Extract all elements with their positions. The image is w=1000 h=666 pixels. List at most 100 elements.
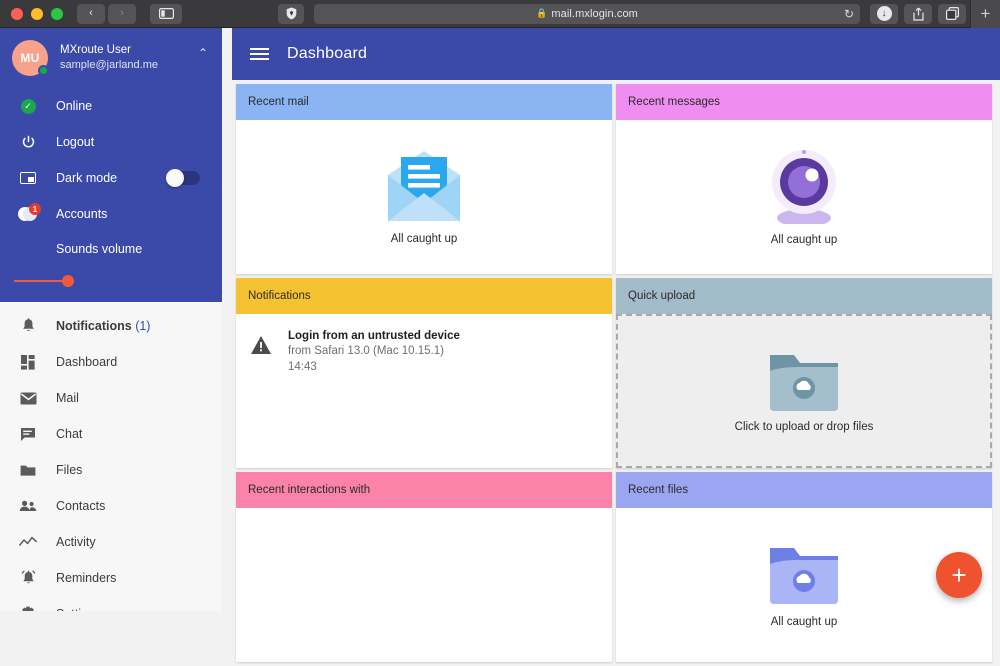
back-button[interactable]: ‹	[77, 3, 105, 24]
card-recent-files[interactable]: Recent files All caught up	[616, 472, 992, 662]
add-button-fab[interactable]: +	[936, 552, 982, 598]
window-traffic-lights	[0, 7, 63, 20]
download-icon[interactable]: ↓	[870, 3, 898, 24]
tabs-glyph	[945, 7, 959, 20]
sidebar-item-files[interactable]: Files	[0, 452, 222, 488]
card-header: Recent files	[616, 472, 992, 508]
dashboard-grid-glyph	[20, 354, 35, 370]
notification-title: Login from an untrusted device	[288, 330, 460, 342]
card-title: Recent messages	[628, 96, 721, 108]
sidebar-nav: Notifications (1) Dashboard Mail Chat Fi…	[0, 302, 222, 611]
sidebar-item-label: Reminders	[56, 571, 117, 585]
sidebar-item-label: Online	[56, 99, 93, 113]
close-window-button[interactable]	[11, 7, 23, 20]
hamburger-menu-icon[interactable]	[250, 48, 269, 60]
maximize-window-button[interactable]	[51, 7, 63, 20]
page-title: Dashboard	[287, 45, 368, 62]
sidebar-item-label: Accounts	[56, 207, 108, 221]
reload-button[interactable]: ↻	[844, 8, 854, 20]
sidebar-item-accounts[interactable]: 1 Accounts	[0, 196, 222, 232]
notifications-count: (1)	[135, 319, 151, 333]
sidebar-item-dashboard[interactable]: Dashboard	[0, 344, 222, 380]
accounts-glyph: 1	[18, 203, 41, 222]
accounts-icon: 1	[0, 203, 56, 222]
chevron-up-icon[interactable]: ⌃	[198, 46, 208, 60]
volume-thumb[interactable]	[62, 275, 74, 287]
shield-glyph	[286, 7, 296, 20]
sidebar-item-dark-mode[interactable]: Dark mode	[0, 160, 222, 196]
sidebar: MU MXroute User sample@jarland.me ⌃ ✓ On…	[0, 28, 222, 611]
upload-dropzone[interactable]: Click to upload or drop files	[616, 314, 992, 468]
user-meta: MXroute User sample@jarland.me	[60, 43, 158, 73]
warning-triangle-icon	[251, 336, 271, 354]
notification-subtitle: from Safari 13.0 (Mac 10.15.1)	[288, 345, 444, 357]
folder-cloud-icon	[770, 355, 838, 411]
sidebar-item-settings[interactable]: Settings	[0, 596, 222, 611]
card-body: All caught up	[236, 120, 612, 274]
sidebar-item-label: Activity	[56, 535, 96, 549]
folder-icon	[0, 464, 56, 477]
card-recent-mail[interactable]: Recent mail All caught up	[236, 84, 612, 274]
card-recent-interactions[interactable]: Recent interactions with	[236, 472, 612, 662]
screen-glyph	[20, 172, 36, 184]
card-title: Recent mail	[248, 96, 309, 108]
card-header: Recent mail	[236, 84, 612, 120]
card-header: Notifications	[236, 278, 612, 314]
download-glyph: ↓	[876, 6, 892, 21]
folder-glyph	[20, 465, 36, 476]
power-icon	[0, 135, 56, 150]
minimize-window-button[interactable]	[31, 7, 43, 20]
forward-button[interactable]: ›	[108, 3, 136, 24]
address-bar[interactable]: 🔒 mail.mxlogin.com ↻	[314, 3, 860, 24]
tabs-overview-icon[interactable]	[938, 3, 966, 24]
folder-cloud-icon	[770, 548, 838, 604]
sidebar-toggle-glyph	[158, 8, 174, 19]
shield-icon[interactable]	[278, 3, 304, 24]
share-button[interactable]	[904, 3, 932, 24]
card-empty-label: All caught up	[770, 616, 838, 628]
url-text-group: 🔒 mail.mxlogin.com	[536, 8, 638, 20]
open-envelope-icon	[388, 151, 460, 221]
user-email: sample@jarland.me	[60, 59, 158, 72]
new-tab-button[interactable]: +	[970, 0, 1000, 28]
hamburger-bar	[250, 48, 269, 50]
card-recent-messages[interactable]: Recent messages All caught up	[616, 84, 992, 274]
sidebar-item-notifications[interactable]: Notifications (1)	[0, 308, 222, 344]
app-topbar: Dashboard	[232, 28, 1000, 80]
gear-glyph	[22, 606, 34, 611]
card-header: Recent messages	[616, 84, 992, 120]
sidebar-toggle-icon[interactable]	[150, 3, 182, 24]
card-empty-label: All caught up	[390, 233, 458, 245]
dark-mode-toggle[interactable]	[166, 169, 200, 187]
sidebar-item-mail[interactable]: Mail	[0, 380, 222, 416]
sidebar-item-reminders[interactable]: Reminders	[0, 560, 222, 596]
alarm-bell-icon	[0, 570, 56, 586]
webcam-lens-icon	[772, 150, 836, 224]
sidebar-item-label: Dashboard	[56, 355, 118, 369]
sidebar-item-contacts[interactable]: Contacts	[0, 488, 222, 524]
sounds-volume-row: Sounds volume	[0, 232, 222, 266]
sounds-volume-slider[interactable]	[14, 270, 194, 292]
bell-icon	[0, 318, 56, 334]
sidebar-user-panel: MU MXroute User sample@jarland.me ⌃ ✓ On…	[0, 28, 222, 302]
people-glyph	[19, 500, 37, 511]
account-panel-items: ✓ Online Logout Dark mode 1 Accounts Sou…	[0, 88, 222, 292]
sidebar-item-online[interactable]: ✓ Online	[0, 88, 222, 124]
sidebar-item-activity[interactable]: Activity	[0, 524, 222, 560]
sidebar-item-label: Files	[56, 463, 83, 477]
notification-time: 14:43	[288, 361, 317, 373]
sidebar-item-chat[interactable]: Chat	[0, 416, 222, 452]
card-quick-upload[interactable]: Quick upload Click to upload or drop fil…	[616, 278, 992, 468]
app-viewport: MU MXroute User sample@jarland.me ⌃ ✓ On…	[0, 28, 1000, 662]
upload-drop-label: Click to upload or drop files	[734, 421, 874, 433]
main-content: Dashboard Recent mail All caught up Rece…	[232, 28, 1000, 662]
user-account-row[interactable]: MU MXroute User sample@jarland.me ⌃	[0, 28, 222, 88]
envelope-glyph	[20, 392, 36, 404]
card-notifications[interactable]: Notifications Login from an untrusted de…	[236, 278, 612, 468]
browser-right-buttons: ↓	[870, 3, 970, 24]
card-title: Quick upload	[628, 290, 696, 302]
notification-item[interactable]: Login from an untrusted device from Safa…	[236, 314, 612, 468]
avatar[interactable]: MU	[12, 40, 49, 76]
sidebar-item-logout[interactable]: Logout	[0, 124, 222, 160]
card-title: Notifications	[248, 290, 311, 302]
